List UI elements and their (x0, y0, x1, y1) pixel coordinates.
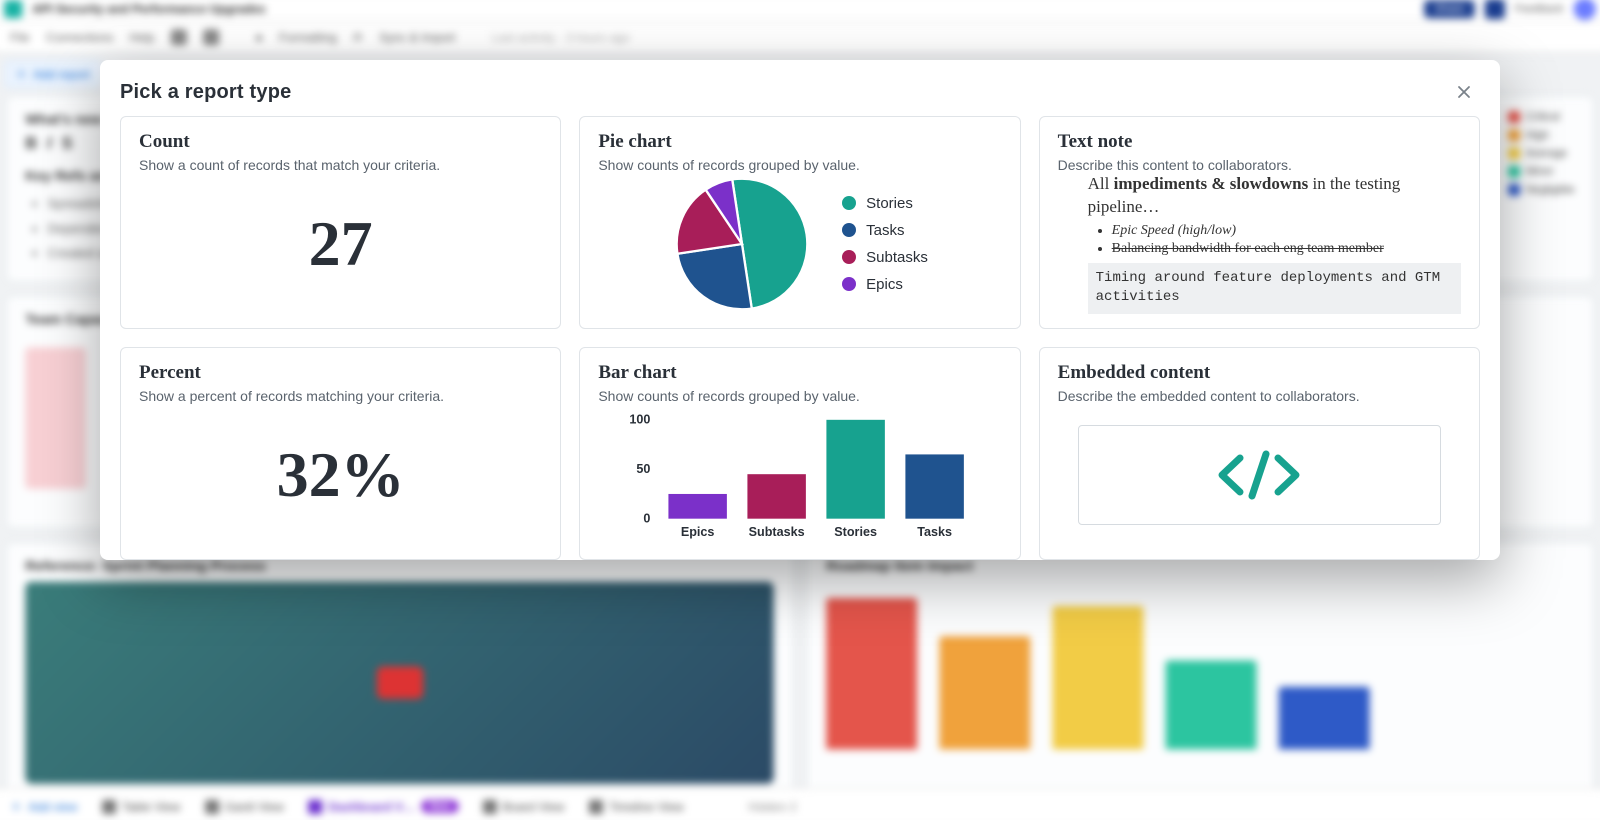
report-type-modal: Pick a report type Count Show a count of… (100, 60, 1500, 560)
svg-text:50: 50 (637, 462, 651, 476)
card-title: Pie chart (598, 131, 1001, 153)
close-icon (1456, 84, 1472, 100)
pie-chart-preview (672, 174, 812, 314)
bar-chart-preview: 0 50 100 Epics Subtasks Stories Tasks (598, 410, 1001, 540)
card-title: Text note (1058, 131, 1461, 153)
close-button[interactable] (1450, 78, 1478, 106)
card-desc: Describe this content to collaborators. (1058, 157, 1461, 173)
count-value: 27 (309, 207, 373, 281)
card-desc: Show counts of records grouped by value. (598, 157, 1001, 173)
card-desc: Describe the embedded content to collabo… (1058, 388, 1461, 404)
svg-text:Epics: Epics (681, 525, 715, 539)
report-option-embedded-content[interactable]: Embedded content Describe the embedded c… (1039, 347, 1480, 560)
card-desc: Show a count of records that match your … (139, 157, 542, 173)
report-option-percent[interactable]: Percent Show a percent of records matchi… (120, 347, 561, 560)
report-option-pie-chart[interactable]: Pie chart Show counts of records grouped… (579, 116, 1020, 329)
svg-text:Stories: Stories (835, 525, 878, 539)
card-title: Embedded content (1058, 362, 1461, 384)
modal-title: Pick a report type (120, 81, 291, 104)
card-title: Percent (139, 362, 542, 384)
percent-value: 32% (277, 438, 405, 512)
report-option-text-note[interactable]: Text note Describe this content to colla… (1039, 116, 1480, 329)
pie-legend: StoriesTasksSubtasksEpics (842, 195, 928, 293)
card-title: Count (139, 131, 542, 153)
card-title: Bar chart (598, 362, 1001, 384)
report-option-count[interactable]: Count Show a count of records that match… (120, 116, 561, 329)
svg-text:100: 100 (630, 412, 651, 426)
code-icon (1214, 450, 1304, 500)
card-desc: Show counts of records grouped by value. (598, 388, 1001, 404)
text-note-preview: All impediments & slowdowns in the testi… (1058, 173, 1461, 314)
embedded-content-preview (1078, 425, 1441, 525)
svg-text:0: 0 (644, 511, 651, 525)
svg-text:Tasks: Tasks (918, 525, 953, 539)
card-desc: Show a percent of records matching your … (139, 388, 542, 404)
report-option-bar-chart[interactable]: Bar chart Show counts of records grouped… (579, 347, 1020, 560)
svg-text:Subtasks: Subtasks (749, 525, 805, 539)
